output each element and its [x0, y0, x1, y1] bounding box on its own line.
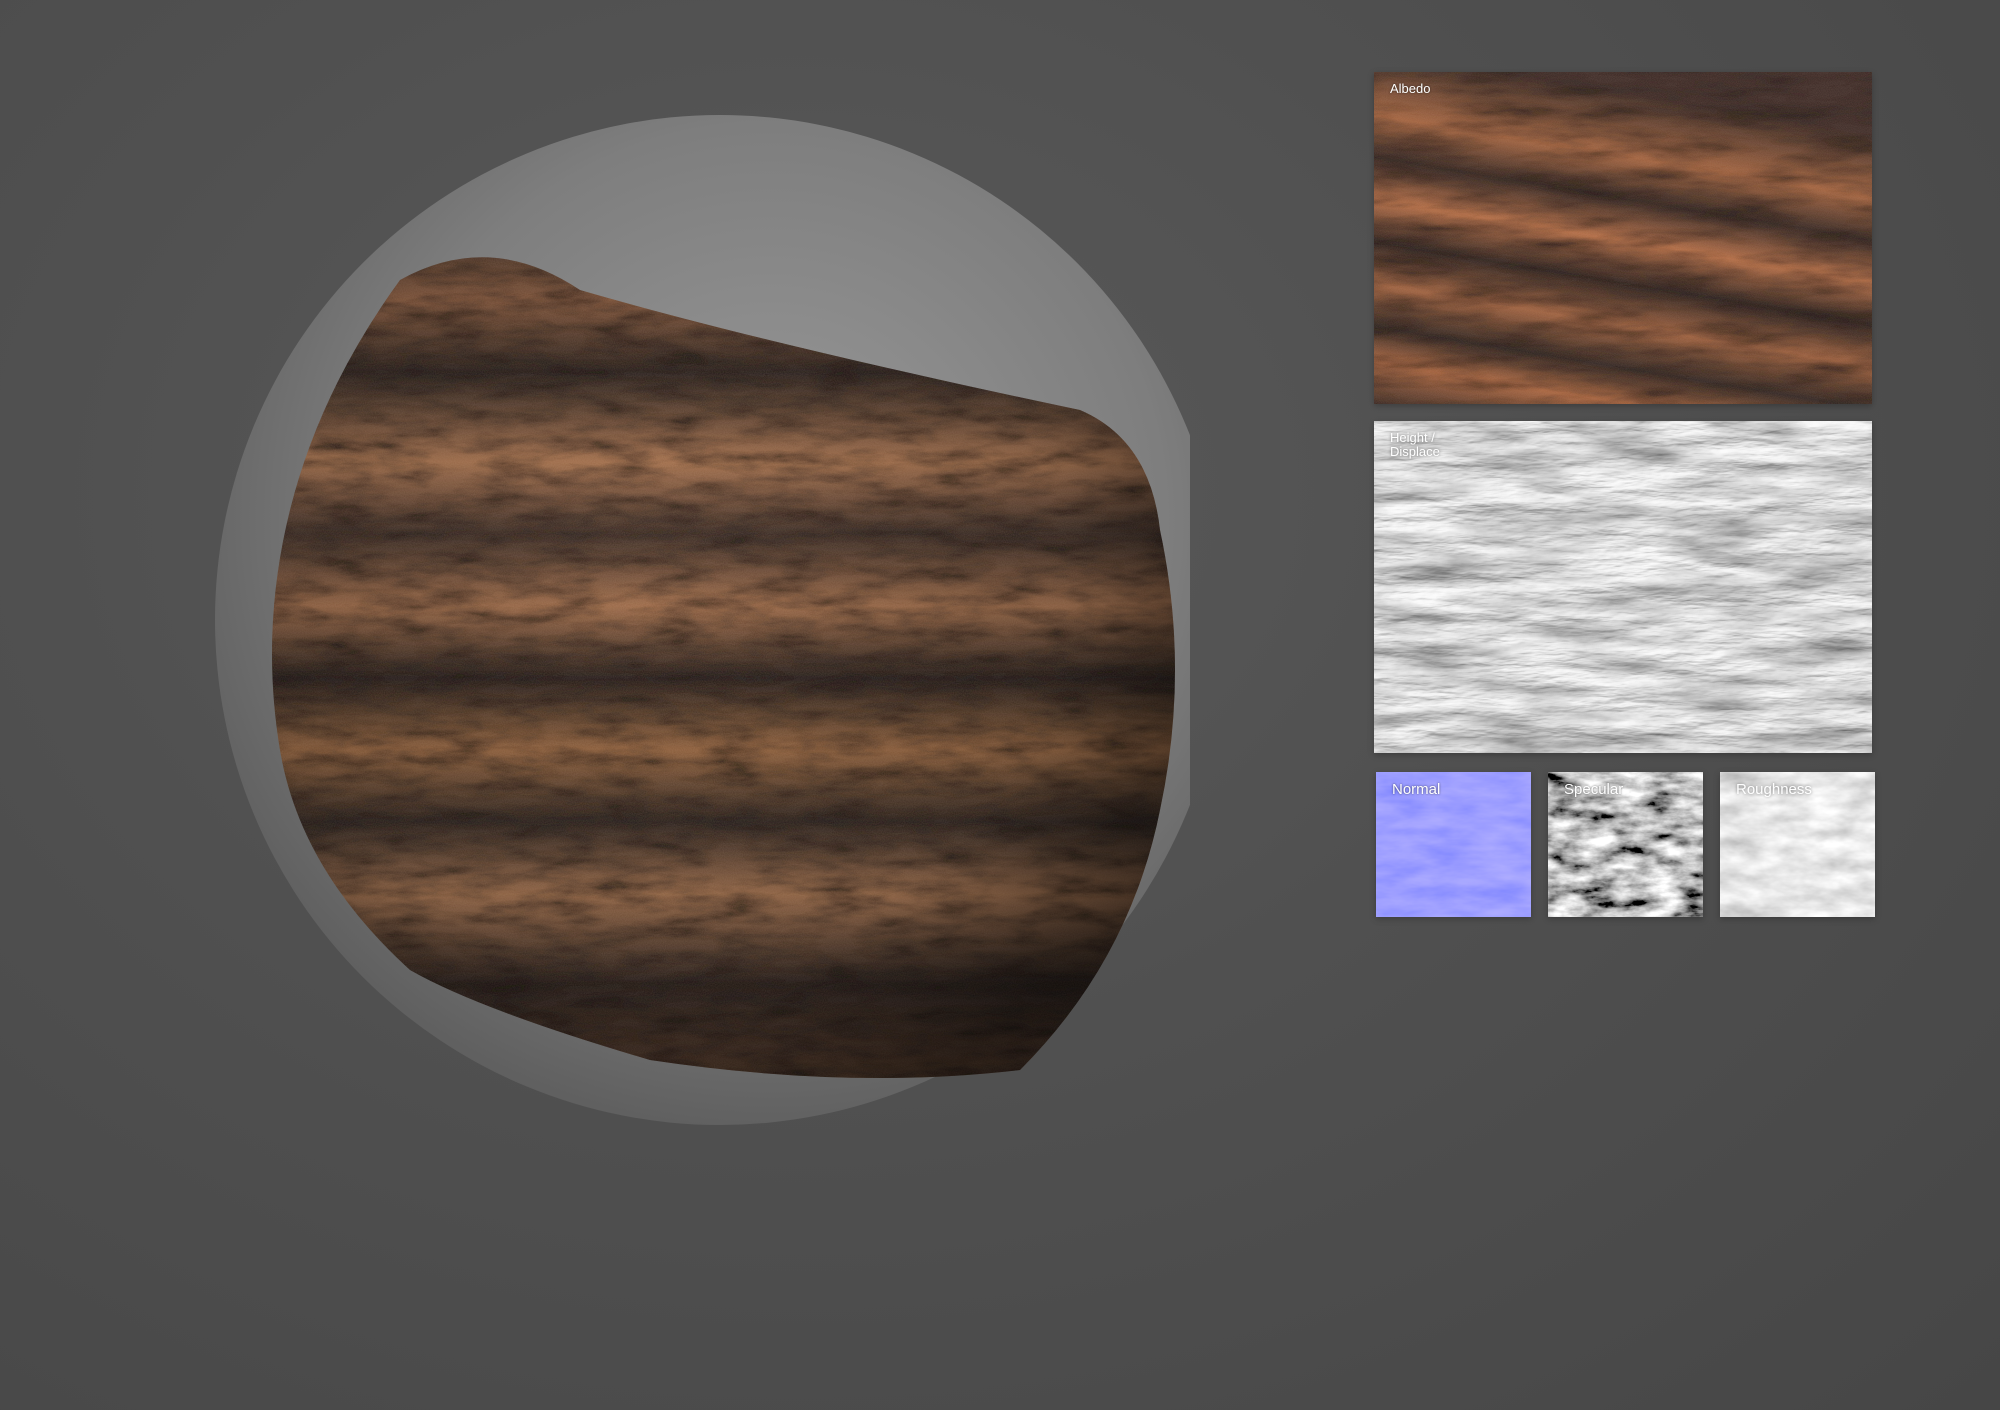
bark-sphere-render	[215, 115, 1190, 1125]
normal-label: Normal	[1392, 781, 1441, 798]
albedo-label: Albedo	[1390, 81, 1431, 96]
albedo-map-thumbnail[interactable]: Albedo	[1374, 72, 1872, 404]
specular-map-thumbnail[interactable]: Specular	[1548, 772, 1703, 917]
normal-map-thumbnail[interactable]: Normal	[1376, 772, 1531, 917]
specular-label: Specular	[1564, 781, 1624, 798]
height-texture-image	[1374, 421, 1872, 753]
height-displace-map-thumbnail[interactable]: Height / Displace	[1374, 421, 1872, 753]
roughness-map-thumbnail[interactable]: Roughness	[1720, 772, 1875, 917]
material-preview-sphere[interactable]	[150, 110, 1190, 1130]
height-displace-label: Height / Displace	[1390, 430, 1440, 459]
roughness-label: Roughness	[1736, 781, 1812, 798]
albedo-texture-image	[1374, 72, 1872, 404]
